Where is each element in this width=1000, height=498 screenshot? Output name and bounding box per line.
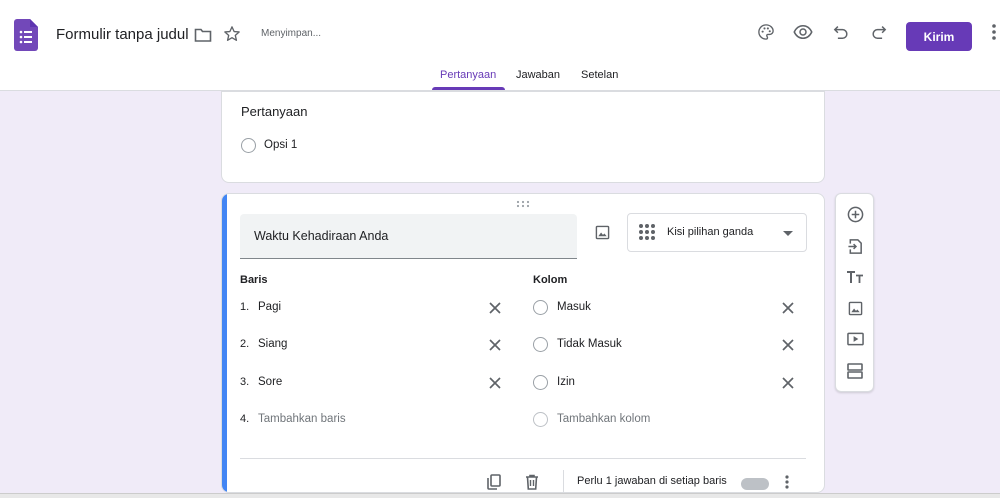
forms-app-icon[interactable] [14,19,38,51]
undo-icon[interactable] [830,21,852,43]
close-icon[interactable] [485,298,505,318]
row-number: 2. [240,338,250,350]
prev-question-card[interactable]: Pertanyaan Opsi 1 [221,91,825,183]
active-tab-indicator [432,87,505,90]
radio-option [533,337,548,352]
close-icon[interactable] [778,373,798,393]
question-type-label: Kisi pilihan ganda [667,226,754,238]
more-vert-icon[interactable] [780,472,794,492]
prev-question-option[interactable]: Opsi 1 [264,139,297,151]
side-toolbar [835,193,874,392]
question-title-input[interactable]: Waktu Kehadiraan Anda [240,214,577,259]
row-label-siang[interactable]: Siang [258,338,287,350]
folder-icon[interactable] [193,25,213,45]
rows-heading: Baris [240,274,268,286]
radio-option [533,412,548,427]
question-title-text: Waktu Kehadiraan Anda [254,229,389,243]
tab-questions[interactable]: Pertanyaan [440,69,496,81]
column-label-izin[interactable]: Izin [557,376,575,388]
column-label-masuk[interactable]: Masuk [557,301,591,313]
dropdown-arrow-icon [783,231,793,236]
more-vert-icon[interactable] [988,21,1000,43]
active-card-accent [222,194,227,492]
required-toggle[interactable] [741,478,769,490]
close-icon[interactable] [778,298,798,318]
column-label-tidak-masuk[interactable]: Tidak Masuk [557,338,622,350]
star-icon[interactable] [222,24,242,44]
question-type-select[interactable]: Kisi pilihan ganda [627,213,807,252]
row-number: 4. [240,413,250,425]
drag-handle-icon[interactable] [515,200,531,208]
add-image-icon[interactable] [843,296,867,320]
trash-icon[interactable] [522,472,542,492]
eye-icon[interactable] [792,21,814,43]
import-question-icon[interactable] [843,234,867,258]
row-number: 1. [240,301,250,313]
prev-question-title[interactable]: Pertanyaan [241,104,308,119]
row-number: 3. [240,376,250,388]
close-icon[interactable] [485,335,505,355]
close-icon[interactable] [778,335,798,355]
send-button[interactable]: Kirim [906,22,972,51]
add-title-icon[interactable] [843,265,867,289]
grid-icon [639,224,655,240]
image-icon[interactable] [592,222,612,242]
palette-icon[interactable] [755,21,777,43]
header-row: Formulir tanpa judul Menyimpan... Kirim [0,6,1000,64]
tab-bar: Pertanyaan Jawaban Setelan [0,60,1000,91]
radio-option [533,300,548,315]
row-label-sore[interactable]: Sore [258,376,282,388]
columns-heading: Kolom [533,274,568,286]
redo-icon[interactable] [868,21,890,43]
duplicate-icon[interactable] [484,472,504,492]
add-video-icon[interactable] [843,327,867,351]
add-section-icon[interactable] [843,359,867,383]
footer-divider [240,458,806,459]
radio-option [241,138,256,153]
add-column-button[interactable]: Tambahkan kolom [557,413,650,425]
window-bottom-edge [0,493,1000,498]
tab-responses[interactable]: Jawaban [516,69,560,81]
radio-option [533,375,548,390]
saving-status: Menyimpan... [261,28,322,39]
top-bar: Formulir tanpa judul Menyimpan... Kirim … [0,0,1000,91]
form-title[interactable]: Formulir tanpa judul [56,26,189,43]
row-label-pagi[interactable]: Pagi [258,301,281,313]
add-row-button[interactable]: Tambahkan baris [258,413,346,425]
footer-vertical-divider [563,470,564,492]
required-label: Perlu 1 jawaban di setiap baris [577,475,727,487]
active-question-card[interactable]: Waktu Kehadiraan Anda Kisi pilihan ganda… [221,193,825,493]
add-question-icon[interactable] [843,202,867,226]
tab-settings[interactable]: Setelan [581,69,618,81]
close-icon[interactable] [485,373,505,393]
